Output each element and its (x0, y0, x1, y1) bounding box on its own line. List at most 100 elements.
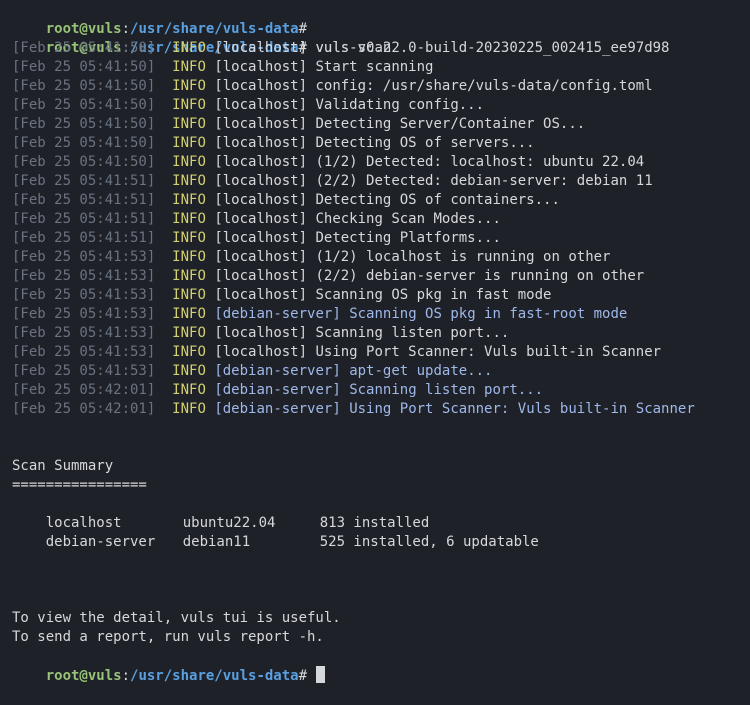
log-level: INFO (172, 59, 206, 75)
log-host: [localhost] (214, 249, 308, 265)
log-level: INFO (172, 268, 206, 284)
log-host: [localhost] (214, 192, 308, 208)
log-timestamp: [Feb 25 05:41:50] (12, 59, 156, 75)
log-message: Scanning OS pkg in fast-root mode (349, 306, 628, 322)
log-timestamp: [Feb 25 05:41:50] (12, 135, 156, 151)
log-line: [Feb 25 05:41:53] INFO [localhost] Using… (12, 343, 738, 362)
summary-underline: ================ (12, 477, 147, 493)
log-timestamp: [Feb 25 05:41:53] (12, 249, 156, 265)
log-message: Detecting Server/Container OS... (315, 116, 586, 132)
log-message: Scanning listen port... (315, 325, 510, 341)
log-timestamp: [Feb 25 05:41:50] (12, 116, 156, 132)
log-host: [debian-server] (214, 306, 341, 322)
log-timestamp: [Feb 25 05:42:01] (12, 401, 156, 417)
summary-os: ubuntu22.04 (182, 515, 276, 531)
log-timestamp: [Feb 25 05:41:53] (12, 268, 156, 284)
log-line: [Feb 25 05:41:53] INFO [debian-server] S… (12, 305, 738, 324)
log-line: [Feb 25 05:41:53] INFO [debian-server] a… (12, 362, 738, 381)
log-host: [localhost] (214, 344, 308, 360)
log-host: [debian-server] (214, 401, 341, 417)
log-timestamp: [Feb 25 05:41:50] (12, 154, 156, 170)
log-level: INFO (172, 192, 206, 208)
log-message: apt-get update... (349, 363, 493, 379)
log-level: INFO (172, 306, 206, 322)
prompt-user: root@vuls (45, 21, 122, 37)
log-message: Checking Scan Modes... (315, 211, 501, 227)
log-line: [Feb 25 05:41:50] INFO [localhost] Valid… (12, 96, 738, 115)
log-host: [debian-server] (214, 363, 341, 379)
log-host: [localhost] (214, 325, 308, 341)
prompt-separator: : (121, 21, 131, 37)
summary-status: 813 installed (319, 515, 430, 531)
log-line: [Feb 25 05:41:50] INFO [localhost] confi… (12, 77, 738, 96)
log-timestamp: [Feb 25 05:41:50] (12, 97, 156, 113)
log-line: [Feb 25 05:41:53] INFO [localhost] (1/2)… (12, 248, 738, 267)
log-message: (1/2) Detected: localhost: ubuntu 22.04 (315, 154, 645, 170)
log-message: Detecting OS of containers... (315, 192, 560, 208)
text-cursor[interactable] (316, 666, 326, 683)
log-message: Using Port Scanner: Vuls built-in Scanne… (315, 344, 662, 360)
log-message: config: /usr/share/vuls-data/config.toml (315, 78, 653, 94)
log-host: [localhost] (214, 268, 308, 284)
log-message: Start scanning (315, 59, 434, 75)
log-timestamp: [Feb 25 05:41:53] (12, 306, 156, 322)
log-host: [localhost] (214, 40, 308, 56)
log-host: [localhost] (214, 173, 308, 189)
final-prompt-line[interactable]: root@vuls:/usr/share/vuls-data# (12, 647, 738, 684)
log-host: [localhost] (214, 230, 308, 246)
log-line: [Feb 25 05:41:50] INFO [localhost] Detec… (12, 134, 738, 153)
log-timestamp: [Feb 25 05:41:53] (12, 344, 156, 360)
log-host: [localhost] (214, 59, 308, 75)
log-timestamp: [Feb 25 05:41:51] (12, 192, 156, 208)
log-level: INFO (172, 40, 206, 56)
log-host: [localhost] (214, 97, 308, 113)
prompt-user: root@vuls (45, 668, 122, 684)
log-level: INFO (172, 344, 206, 360)
summary-os: debian11 (182, 534, 251, 550)
log-level: INFO (172, 97, 206, 113)
log-level: INFO (172, 287, 206, 303)
prompt-path: /usr/share/vuls-data (130, 21, 299, 37)
log-level: INFO (172, 382, 206, 398)
log-line: [Feb 25 05:41:50] INFO [localhost] Start… (12, 58, 738, 77)
log-line: [Feb 25 05:42:01] INFO [debian-server] S… (12, 381, 738, 400)
log-line: [Feb 25 05:41:50] INFO [localhost] vuls-… (12, 39, 738, 58)
log-timestamp: [Feb 25 05:41:53] (12, 363, 156, 379)
log-host: [debian-server] (214, 382, 341, 398)
log-line: [Feb 25 05:41:53] INFO [localhost] Scann… (12, 324, 738, 343)
blank-space (12, 419, 738, 457)
log-host: [localhost] (214, 287, 308, 303)
footer-line: To view the detail, vuls tui is useful. (12, 610, 341, 626)
log-host: [localhost] (214, 116, 308, 132)
log-timestamp: [Feb 25 05:42:01] (12, 382, 156, 398)
log-level: INFO (172, 325, 206, 341)
summary-row: localhost ubuntu22.04 813 installed (12, 495, 738, 531)
log-timestamp: [Feb 25 05:41:51] (12, 211, 156, 227)
log-message: Scanning OS pkg in fast mode (315, 287, 552, 303)
summary-title: Scan Summary (12, 458, 114, 474)
log-message: (2/2) debian-server is running on other (315, 268, 645, 284)
prompt-symbol: # (298, 21, 308, 37)
terminal-window[interactable]: root@vuls:/usr/share/vuls-data# root@vul… (0, 1, 750, 705)
log-level: INFO (172, 78, 206, 94)
log-output: [Feb 25 05:41:50] INFO [localhost] vuls-… (12, 39, 738, 419)
prompt-symbol: # (298, 668, 308, 684)
log-line: [Feb 25 05:41:50] INFO [localhost] (1/2)… (12, 153, 738, 172)
log-line: [Feb 25 05:41:51] INFO [localhost] (2/2)… (12, 172, 738, 191)
footer-line: To send a report, run vuls report -h. (12, 629, 324, 645)
log-host: [localhost] (214, 154, 308, 170)
log-line: [Feb 25 05:42:01] INFO [debian-server] U… (12, 400, 738, 419)
log-timestamp: [Feb 25 05:41:50] (12, 40, 156, 56)
log-host: [localhost] (214, 211, 308, 227)
log-line: [Feb 25 05:41:51] INFO [localhost] Check… (12, 210, 738, 229)
prompt-separator: : (121, 668, 131, 684)
log-timestamp: [Feb 25 05:41:51] (12, 173, 156, 189)
log-timestamp: [Feb 25 05:41:51] (12, 230, 156, 246)
log-line: [Feb 25 05:41:51] INFO [localhost] Detec… (12, 191, 738, 210)
log-level: INFO (172, 363, 206, 379)
log-timestamp: [Feb 25 05:41:53] (12, 325, 156, 341)
log-message: Scanning listen port... (349, 382, 544, 398)
log-host: [localhost] (214, 78, 308, 94)
log-line: [Feb 25 05:41:50] INFO [localhost] Detec… (12, 115, 738, 134)
log-host: [localhost] (214, 135, 308, 151)
